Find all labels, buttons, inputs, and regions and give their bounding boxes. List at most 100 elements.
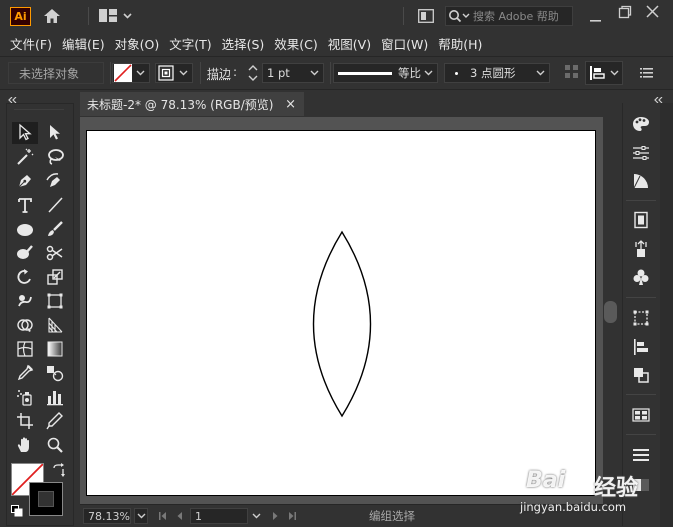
pathfinder-panel-button[interactable] — [630, 365, 652, 387]
stroke-color-dropdown[interactable] — [155, 63, 193, 83]
search-input[interactable]: 搜索 Adobe 帮助 — [445, 6, 573, 26]
slice-tool[interactable] — [42, 411, 68, 433]
rotate-tool[interactable] — [12, 267, 38, 289]
chevron-down-icon — [424, 70, 433, 76]
perspective-grid-tool[interactable] — [42, 315, 68, 337]
column-graph-icon — [46, 388, 64, 409]
selection-tool[interactable] — [12, 122, 38, 144]
paintbrush-tool[interactable] — [42, 219, 68, 241]
line-tool[interactable] — [42, 195, 68, 217]
layers-panel-button[interactable] — [630, 445, 652, 467]
paw-icon — [566, 466, 594, 497]
workspace-layout-icon[interactable] — [99, 9, 133, 26]
mesh-tool[interactable] — [12, 339, 38, 361]
align-options-dropdown[interactable] — [585, 61, 623, 85]
menu-type[interactable]: 文字(T) — [164, 34, 216, 53]
ellipse-tool[interactable] — [12, 219, 38, 241]
menu-edit[interactable]: 编辑(E) — [57, 34, 110, 53]
blend-tool[interactable] — [42, 363, 68, 385]
warp-tool[interactable] — [12, 291, 38, 313]
chevron-down-icon[interactable] — [252, 513, 261, 519]
direct-selection-tool[interactable] — [42, 122, 68, 144]
restore-icon[interactable] — [618, 5, 632, 22]
free-transform-tool[interactable] — [42, 291, 68, 313]
properties-panel-button[interactable] — [630, 143, 652, 165]
shape-builder-icon — [16, 316, 34, 337]
menu-help[interactable]: 帮助(H) — [433, 34, 487, 53]
watermark-url: jingyan.baidu.com — [520, 500, 627, 514]
artboard-tool[interactable] — [12, 411, 38, 433]
asset-export-panel-button[interactable] — [630, 239, 652, 261]
brush-definition-dropdown[interactable]: 3 点圆形 — [444, 63, 550, 83]
variable-width-profile-dropdown[interactable]: 等比 — [333, 63, 438, 83]
type-tool[interactable] — [12, 195, 38, 217]
swap-fill-stroke-icon[interactable] — [52, 463, 66, 480]
close-tab-icon[interactable]: × — [285, 97, 296, 112]
last-page-icon[interactable] — [287, 511, 297, 521]
divider — [626, 200, 656, 201]
watermark-brand: Bai — [526, 468, 566, 493]
panel-dock-scrollbar[interactable] — [660, 103, 673, 527]
color-guide-panel-button[interactable] — [630, 171, 652, 193]
symbol-sprayer-tool[interactable] — [12, 387, 38, 409]
shape-builder-tool[interactable] — [12, 315, 38, 337]
eyedropper-tool[interactable] — [12, 363, 38, 385]
gradient-tool[interactable] — [42, 339, 68, 361]
hand-tool[interactable] — [12, 435, 38, 457]
stroke-label[interactable]: 描边 — [207, 65, 231, 82]
zoom-tool[interactable] — [42, 435, 68, 457]
divider — [88, 7, 89, 25]
zoom-value: 78.13% — [88, 509, 130, 523]
lasso-tool[interactable] — [42, 147, 68, 169]
column-graph-tool[interactable] — [42, 387, 68, 409]
leaf-shape[interactable] — [312, 230, 372, 418]
magic-wand-tool[interactable] — [12, 147, 38, 169]
stroke-weight-stepper[interactable] — [247, 62, 259, 87]
menu-effect[interactable]: 效果(C) — [269, 34, 322, 53]
fill-color-dropdown[interactable] — [112, 63, 150, 83]
transform-icon — [632, 309, 650, 330]
next-page-icon[interactable] — [271, 511, 279, 521]
transform-panel-button[interactable] — [630, 308, 652, 330]
artboard[interactable] — [86, 130, 596, 496]
page-field[interactable]: 1 — [190, 508, 248, 524]
curvature-tool[interactable] — [42, 171, 68, 193]
swatches-panel-button[interactable] — [630, 405, 652, 427]
align-icon — [632, 338, 650, 359]
pen-tool[interactable] — [12, 171, 38, 193]
zoom-dropdown[interactable] — [134, 508, 148, 524]
status-mode-text[interactable]: 编组选择 — [369, 508, 415, 524]
recolor-grid-icon[interactable] — [565, 65, 579, 82]
first-page-icon[interactable] — [158, 511, 168, 521]
search-placeholder: 搜索 Adobe 帮助 — [473, 10, 559, 23]
control-panel-menu-icon[interactable] — [640, 67, 653, 82]
menu-file[interactable]: 文件(F) — [0, 34, 57, 53]
stroke-weight-field[interactable]: 1 pt — [262, 63, 324, 83]
vertical-scroll-thumb[interactable] — [604, 301, 617, 323]
color-panel-button[interactable] — [630, 114, 652, 136]
shaper-tool[interactable] — [12, 243, 38, 265]
default-fill-stroke-icon[interactable] — [11, 505, 23, 520]
align-to-icon — [589, 64, 607, 82]
menu-object[interactable]: 对象(O) — [110, 34, 165, 53]
close-icon[interactable] — [646, 5, 659, 21]
scale-tool[interactable] — [42, 267, 68, 289]
menu-view[interactable]: 视图(V) — [323, 34, 376, 53]
document-info-panel-button[interactable] — [630, 210, 652, 232]
symbols-panel-button[interactable] — [630, 267, 652, 289]
menu-select[interactable]: 选择(S) — [217, 34, 270, 53]
panel-icon[interactable] — [418, 9, 434, 26]
align-panel-button[interactable] — [630, 337, 652, 359]
document-tab[interactable]: 未标题-2* @ 78.13% (RGB/预览) × — [80, 92, 304, 116]
divider — [330, 62, 331, 84]
scissors-tool[interactable] — [42, 243, 68, 265]
home-icon[interactable] — [43, 8, 61, 27]
previous-page-icon[interactable] — [176, 511, 184, 521]
perspective-grid-icon — [46, 316, 64, 337]
toolbar-grip — [14, 109, 64, 110]
stroke-swatch-large[interactable] — [29, 482, 63, 516]
menu-window[interactable]: 窗口(W) — [376, 34, 433, 53]
zoom-field[interactable]: 78.13% — [83, 508, 131, 524]
minimize-icon[interactable] — [590, 12, 602, 26]
lasso-icon — [46, 148, 64, 169]
